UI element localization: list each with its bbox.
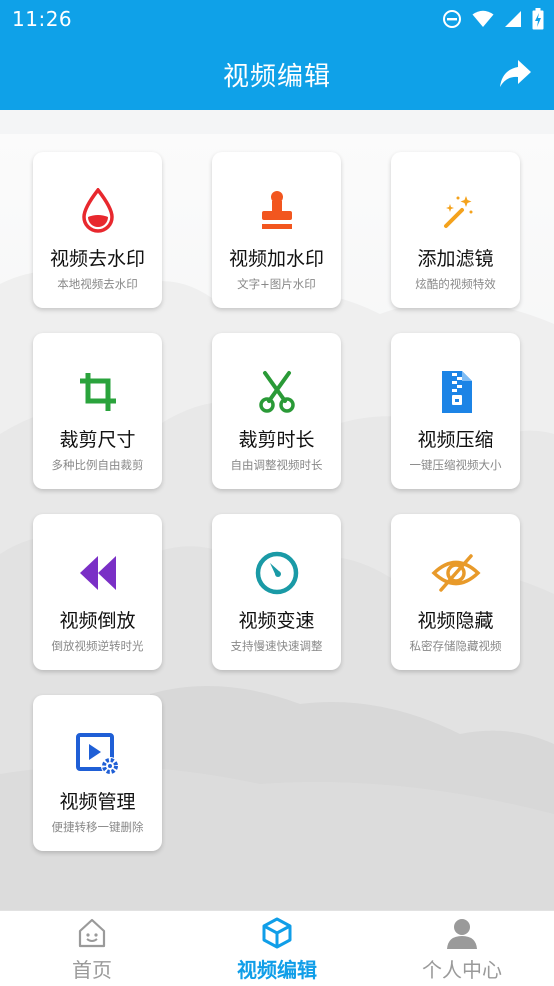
card-subtitle: 文字+图片水印 [237, 277, 316, 291]
tab-label: 视频编辑 [237, 958, 317, 982]
card-subtitle: 私密存储隐藏视频 [409, 639, 502, 653]
stamp-icon [261, 191, 292, 229]
card-title: 裁剪时长 [238, 429, 315, 451]
cube-icon [262, 917, 292, 949]
card-title: 视频倒放 [59, 610, 136, 632]
card-title: 视频管理 [59, 791, 136, 813]
card-title: 裁剪尺寸 [59, 429, 136, 451]
feature-card-crop-size[interactable]: 裁剪尺寸 多种比例自由裁剪 [33, 333, 162, 489]
tab-label: 首页 [72, 958, 112, 982]
zip-file-icon [441, 371, 472, 413]
home-icon [78, 918, 106, 948]
feature-card-reverse[interactable]: 视频倒放 倒放视频逆转时光 [33, 514, 162, 670]
feature-grid-area: 视频去水印 本地视频去水印 视频加水印 文字+图片水印 添加滤镜 炫酷的视频特效… [0, 134, 554, 910]
eye-off-icon [430, 554, 481, 592]
feature-card-remove-watermark[interactable]: 视频去水印 本地视频去水印 [33, 152, 162, 308]
page-title: 视频编辑 [222, 62, 331, 92]
bottom-tab-bar: 首页 视频编辑 个人中心 [0, 910, 554, 986]
tab-home[interactable]: 首页 [0, 911, 184, 986]
feature-card-trim-duration[interactable]: 裁剪时长 自由调整视频时长 [212, 333, 341, 489]
card-title: 视频加水印 [228, 248, 324, 270]
card-subtitle: 本地视频去水印 [57, 277, 138, 291]
tab-video-edit[interactable]: 视频编辑 [185, 911, 369, 986]
speedometer-icon [255, 551, 298, 595]
feature-card-add-filter[interactable]: 添加滤镜 炫酷的视频特效 [391, 152, 520, 308]
card-subtitle: 一键压缩视频大小 [409, 458, 502, 472]
feature-card-hide[interactable]: 视频隐藏 私密存储隐藏视频 [391, 514, 520, 670]
status-icons [442, 8, 544, 30]
card-subtitle: 支持慢速快速调整 [230, 639, 323, 653]
card-subtitle: 炫酷的视频特效 [415, 277, 496, 291]
card-subtitle: 倒放视频逆转时光 [51, 639, 144, 653]
card-subtitle: 自由调整视频时长 [230, 458, 323, 472]
feature-card-compress[interactable]: 视频压缩 一键压缩视频大小 [391, 333, 520, 489]
app-bar: 视频编辑 [0, 38, 554, 110]
battery-icon [532, 8, 544, 30]
card-title: 视频变速 [238, 610, 315, 632]
crop-icon [79, 373, 116, 411]
feature-card-add-watermark[interactable]: 视频加水印 文字+图片水印 [212, 152, 341, 308]
water-drop-icon [81, 188, 114, 233]
do-not-disturb-icon [443, 10, 461, 28]
tab-label: 个人中心 [422, 958, 502, 982]
scissors-icon [258, 371, 295, 413]
wifi-icon [472, 10, 494, 27]
card-title: 视频去水印 [49, 248, 145, 270]
feature-card-speed[interactable]: 视频变速 支持慢速快速调整 [212, 514, 341, 670]
card-title: 添加滤镜 [417, 248, 494, 270]
person-icon [447, 919, 477, 949]
signal-icon [505, 11, 521, 27]
rewind-icon [79, 556, 116, 590]
card-subtitle: 多种比例自由裁剪 [51, 458, 144, 472]
card-subtitle: 便捷转移一键删除 [51, 820, 144, 834]
feature-card-manage[interactable]: 视频管理 便捷转移一键删除 [33, 695, 162, 851]
video-settings-icon [75, 733, 119, 775]
magic-wand-icon [443, 196, 472, 228]
card-title: 视频压缩 [417, 429, 494, 451]
tab-profile[interactable]: 个人中心 [370, 911, 554, 986]
share-icon[interactable] [498, 58, 532, 90]
status-time: 11:26 [12, 7, 73, 31]
card-title: 视频隐藏 [417, 610, 494, 632]
status-bar: 11:26 [0, 0, 554, 38]
